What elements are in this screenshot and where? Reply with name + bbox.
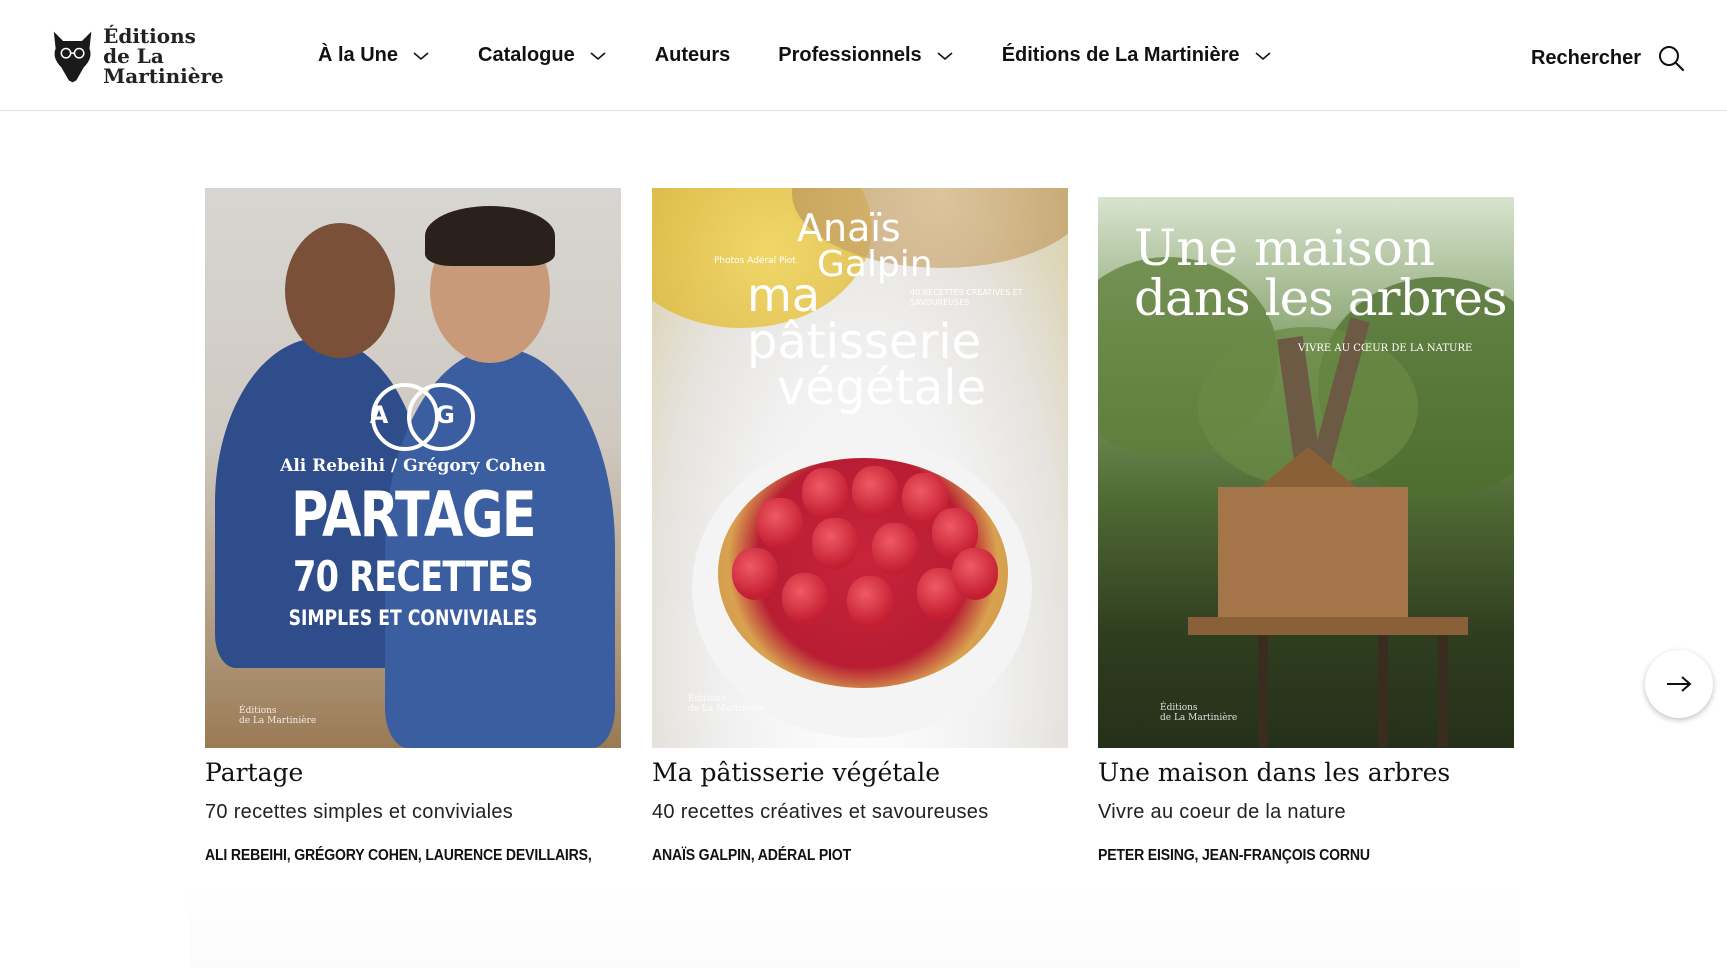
- nav-item-auteurs[interactable]: Auteurs: [655, 44, 731, 67]
- book-card-partage[interactable]: A G Ali Rebeihi / Grégory Cohen PARTAGE …: [205, 188, 621, 899]
- book-subtitle: 40 recettes créatives et savoureuses: [652, 801, 989, 823]
- cover-tagline: VIVRE AU CŒUR DE LA NATURE: [1298, 343, 1473, 354]
- carousel-next-button[interactable]: [1645, 650, 1713, 718]
- search-label: Rechercher: [1530, 46, 1641, 69]
- book-title[interactable]: Une maison dans les arbres: [1098, 758, 1450, 787]
- cover-stilt: [1258, 627, 1268, 747]
- chevron-down-icon: [1254, 51, 1271, 60]
- book-authors[interactable]: Peter Eising, Jean-François Cornu: [1098, 838, 1508, 873]
- book-cover[interactable]: Une maison dans les arbres VIVRE AU CŒUR…: [1098, 197, 1514, 748]
- book-cover[interactable]: A G Ali Rebeihi / Grégory Cohen PARTAGE …: [205, 188, 621, 748]
- cover-author-last: Galpin: [817, 244, 933, 285]
- nav-item-a-la-une[interactable]: À la Une: [318, 44, 430, 67]
- cover-hair: [425, 206, 555, 266]
- cover-imprint: Éditions de La Martinière: [239, 706, 316, 726]
- fox-logo-icon: [53, 31, 92, 83]
- cover-tagline: 40 RECETTES CRÉATIVES ET SAVOUREUSES: [910, 288, 1023, 307]
- site-header: Éditions de La Martinière À la Une Catal…: [0, 0, 1727, 111]
- cover-title-3: végétale: [777, 360, 987, 416]
- cover-title-2: dans les arbres: [1134, 269, 1508, 327]
- imprint-line-2: de La Martinière: [1160, 713, 1238, 723]
- imprint-line-2: de La Martinière: [688, 704, 766, 714]
- cover-line-3: SIMPLES ET CONVIVIALES: [288, 606, 538, 630]
- book-card-maison-arbres[interactable]: Une maison dans les arbres VIVRE AU CŒUR…: [1098, 188, 1514, 864]
- imprint-line-1: Éditions: [239, 706, 277, 716]
- cover-monogram-g: G: [435, 401, 455, 429]
- chevron-down-icon: [937, 51, 953, 60]
- cover-line-2: 70 RECETTES: [293, 552, 534, 601]
- book-title[interactable]: Partage: [205, 758, 303, 787]
- raspberry: [852, 466, 898, 518]
- search-icon: [1659, 46, 1685, 72]
- nav-label: À la Une: [318, 44, 399, 66]
- nav-label: Professionnels: [778, 44, 922, 66]
- book-authors[interactable]: Anaïs Galpin, Adéral Piot: [652, 838, 1062, 873]
- book-carousel: A G Ali Rebeihi / Grégory Cohen PARTAGE …: [205, 188, 1713, 908]
- nav-item-catalogue[interactable]: Catalogue: [478, 44, 607, 67]
- cover-imprint: Éditions de La Martinière: [688, 694, 765, 714]
- cover-authors: Ali Rebeihi / Grégory Cohen: [280, 456, 546, 476]
- cover-title-1: Une maison: [1134, 219, 1436, 277]
- cover-photo-credit: Photos Adéral Piot: [714, 256, 796, 266]
- nav-item-editions[interactable]: Éditions de La Martinière: [1002, 44, 1272, 67]
- carousel-fade: [190, 880, 1520, 968]
- raspberry: [802, 468, 848, 520]
- site-logo[interactable]: Éditions de La Martinière: [50, 26, 280, 86]
- nav-item-professionnels[interactable]: Professionnels: [778, 44, 953, 67]
- cover-stilt: [1438, 627, 1448, 747]
- raspberry: [812, 518, 858, 570]
- cover-deck: [1188, 617, 1468, 635]
- search-button[interactable]: Rechercher: [1531, 44, 1685, 72]
- main-nav: À la Une Catalogue Auteurs Professionnel…: [318, 44, 1320, 67]
- raspberry: [847, 576, 893, 628]
- imprint-line-1: Éditions: [1160, 703, 1198, 713]
- logo-line-2: de La Martinière: [103, 44, 224, 88]
- raspberry: [732, 548, 778, 600]
- nav-label: Catalogue: [478, 44, 575, 66]
- imprint-line-1: Éditions: [688, 694, 726, 704]
- cover-treehouse: [1218, 487, 1408, 627]
- raspberry: [952, 548, 998, 600]
- chevron-down-icon: [590, 51, 606, 60]
- book-subtitle: Vivre au coeur de la nature: [1098, 801, 1346, 823]
- nav-label: Auteurs: [654, 44, 731, 66]
- cover-stilt: [1378, 627, 1388, 747]
- logo-text: Éditions de La Martinière: [103, 26, 280, 86]
- cover-imprint: Éditions de La Martinière: [1160, 703, 1237, 723]
- raspberry: [872, 523, 918, 575]
- raspberry: [757, 498, 803, 550]
- book-cover[interactable]: Anaïs Galpin Photos Adéral Piot 40 RECET…: [652, 188, 1068, 748]
- cover-face: [285, 223, 395, 358]
- cover-title: PARTAGE: [291, 478, 537, 551]
- raspberry: [782, 573, 828, 625]
- logo-line-1: Éditions: [103, 24, 196, 48]
- imprint-line-2: de La Martinière: [239, 716, 317, 726]
- arrow-right-icon: [1667, 676, 1692, 692]
- book-card-patisserie-vegetale[interactable]: Anaïs Galpin Photos Adéral Piot 40 RECET…: [652, 188, 1068, 864]
- book-title[interactable]: Ma pâtisserie végétale: [652, 758, 940, 787]
- chevron-down-icon: [413, 51, 429, 60]
- book-subtitle: 70 recettes simples et conviviales: [205, 801, 514, 823]
- nav-label: Éditions de La Martinière: [1001, 44, 1240, 66]
